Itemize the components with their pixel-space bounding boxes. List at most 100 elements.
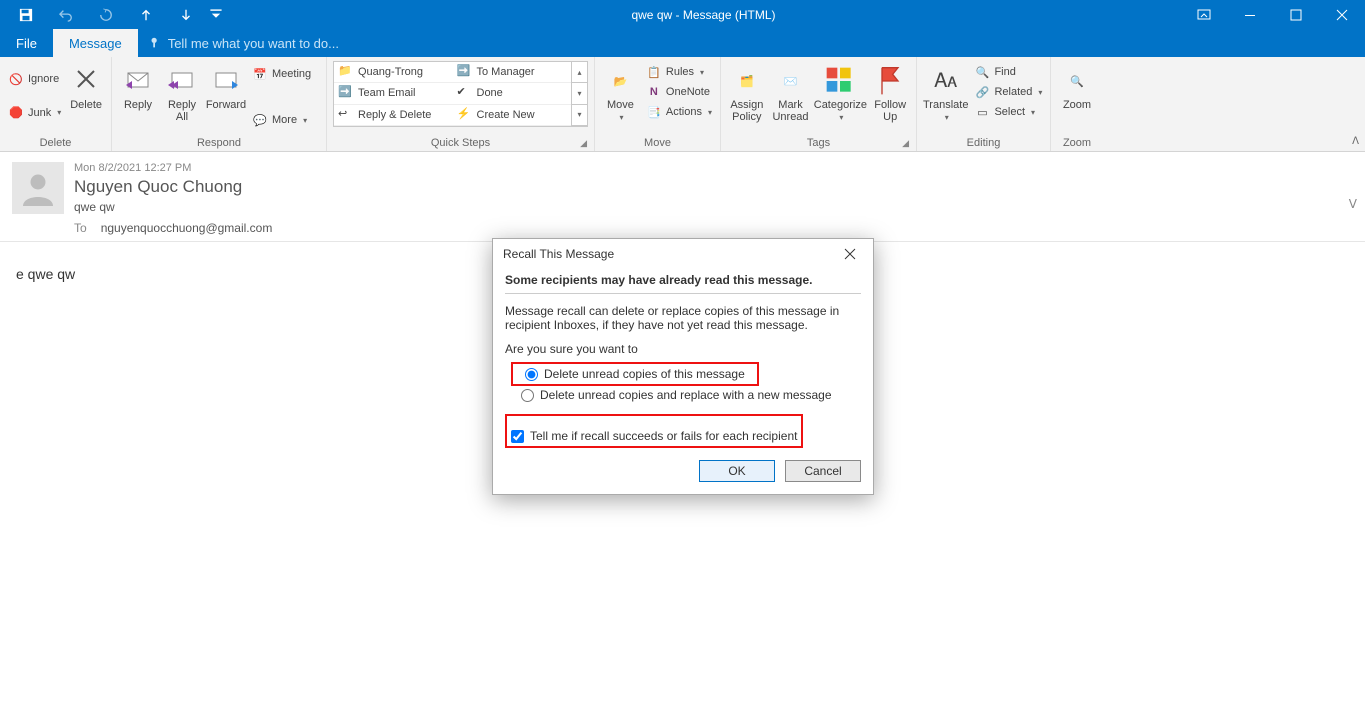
expand-header-icon[interactable]: ᐯ (1349, 197, 1357, 211)
window-title: qwe qw - Message (HTML) (631, 8, 775, 22)
zoom-icon: 🔍 (1061, 65, 1093, 97)
group-move: 📂Move▾ 📋Rules▾ NOneNote 📑Actions▾ Move (595, 57, 721, 151)
rules-button[interactable]: 📋Rules▾ (644, 63, 714, 81)
qs-item[interactable]: ✔Done (453, 83, 572, 104)
group-delete: 🚫Ignore 🛑Junk▾ Delete Delete (0, 57, 112, 151)
qs-scroll[interactable]: ▴▾▾ (571, 62, 587, 126)
reply-button[interactable]: Reply (116, 63, 160, 113)
title-bar: qwe qw - Message (HTML) (0, 0, 1365, 29)
tab-message[interactable]: Message (53, 29, 138, 57)
qs-item[interactable]: ➡️To Manager (453, 62, 572, 83)
checkbox-tell-me[interactable]: Tell me if recall succeeds or fails for … (509, 427, 799, 445)
translate-icon: 🗛 (930, 65, 962, 97)
group-respond: Reply Reply All Forward 📅Meeting 💬More▾ … (112, 57, 327, 151)
group-label: Editing (921, 136, 1046, 151)
unread-icon: ✉️ (775, 65, 807, 97)
group-label: Respond (116, 136, 322, 151)
group-tags: 🗂️Assign Policy ✉️Mark Unread Categorize… (721, 57, 917, 151)
find-button[interactable]: 🔍Find (972, 63, 1044, 81)
tell-me-search[interactable]: Tell me what you want to do... (138, 29, 349, 57)
to-value: nguyenquocchuong@gmail.com (101, 221, 273, 235)
radio-input[interactable] (525, 368, 538, 381)
onenote-button[interactable]: NOneNote (644, 83, 714, 101)
junk-button[interactable]: 🛑Junk▾ (6, 104, 63, 122)
delete-icon (70, 65, 102, 97)
qs-item[interactable]: 📁Quang-Trong (334, 62, 453, 83)
onenote-icon: N (646, 84, 662, 100)
folder-icon: 📁 (338, 64, 354, 80)
flag-icon (874, 65, 906, 97)
prev-item-icon[interactable] (126, 0, 166, 29)
forward-button[interactable]: Forward (204, 63, 248, 113)
group-quicksteps: 📁Quang-Trong ➡️To Manager ➡️Team Email ✔… (327, 57, 595, 151)
message-subject: qwe qw (74, 200, 1353, 214)
message-header: Mon 8/2/2021 12:27 PM Nguyen Quoc Chuong… (0, 152, 1365, 242)
dialog-launcher-icon[interactable]: ◢ (580, 138, 587, 149)
dialog-launcher-icon[interactable]: ◢ (902, 138, 909, 149)
collapse-ribbon-icon[interactable]: ᐱ (1352, 136, 1359, 147)
group-label: Quick Steps◢ (331, 136, 590, 151)
forward-icon: ➡️ (338, 85, 354, 101)
meeting-icon: 📅 (252, 66, 268, 82)
radio-delete-and-replace[interactable]: Delete unread copies and replace with a … (511, 386, 861, 404)
dialog-title: Recall This Message (503, 247, 614, 261)
move-icon: 📂 (604, 65, 636, 97)
tell-me-placeholder: Tell me what you want to do... (168, 36, 339, 51)
translate-button[interactable]: 🗛Translate▾ (921, 63, 970, 124)
ignore-button[interactable]: 🚫Ignore (6, 70, 63, 88)
next-item-icon[interactable] (166, 0, 206, 29)
save-icon[interactable] (6, 0, 46, 29)
radio-delete-unread[interactable]: Delete unread copies of this message (515, 365, 755, 383)
qat-customize-icon[interactable] (206, 0, 226, 29)
follow-up-button[interactable]: Follow Up (868, 63, 912, 125)
highlight-box: Delete unread copies of this message (511, 362, 759, 386)
to-label: To (74, 221, 87, 235)
group-label: Zoom (1055, 136, 1099, 151)
assign-policy-button[interactable]: 🗂️Assign Policy (725, 63, 769, 125)
delete-button[interactable]: Delete (65, 63, 107, 113)
ribbon-options-icon[interactable] (1181, 0, 1227, 29)
categorize-icon (824, 65, 856, 97)
rules-icon: 📋 (646, 64, 662, 80)
zoom-button[interactable]: 🔍Zoom (1055, 63, 1099, 113)
related-icon: 🔗 (974, 84, 990, 100)
actions-button[interactable]: 📑Actions▾ (644, 103, 714, 121)
message-from: Nguyen Quoc Chuong (74, 177, 1353, 197)
quick-access-toolbar (0, 0, 226, 29)
related-button[interactable]: 🔗Related▾ (972, 83, 1044, 101)
tab-file[interactable]: File (0, 29, 53, 57)
meeting-button[interactable]: 📅Meeting (250, 65, 313, 83)
cancel-button[interactable]: Cancel (785, 460, 861, 482)
select-button[interactable]: ▭Select▾ (972, 103, 1044, 121)
dialog-close-icon[interactable] (835, 239, 865, 269)
move-button[interactable]: 📂Move▾ (599, 63, 642, 124)
radio-input[interactable] (521, 389, 534, 402)
close-icon[interactable] (1319, 0, 1365, 29)
junk-icon: 🛑 (8, 105, 24, 121)
dialog-info: Message recall can delete or replace cop… (505, 304, 861, 332)
check-icon: ✔ (457, 85, 473, 101)
ok-button[interactable]: OK (699, 460, 775, 482)
actions-icon: 📑 (646, 104, 662, 120)
minimize-icon[interactable] (1227, 0, 1273, 29)
qs-item[interactable]: ↩Reply & Delete (334, 105, 453, 126)
sender-avatar (12, 162, 64, 214)
qs-item[interactable]: ➡️Team Email (334, 83, 453, 104)
highlight-box: Tell me if recall succeeds or fails for … (505, 414, 803, 448)
maximize-icon[interactable] (1273, 0, 1319, 29)
group-editing: 🗛Translate▾ 🔍Find 🔗Related▾ ▭Select▾ Edi… (917, 57, 1051, 151)
redo-icon[interactable] (86, 0, 126, 29)
reply-delete-icon: ↩ (338, 107, 354, 123)
undo-icon[interactable] (46, 0, 86, 29)
categorize-button[interactable]: Categorize▾ (812, 63, 868, 124)
reply-all-button[interactable]: Reply All (160, 63, 204, 125)
checkbox-input[interactable] (511, 430, 524, 443)
reply-all-icon (166, 65, 198, 97)
select-icon: ▭ (974, 104, 990, 120)
qs-item[interactable]: ⚡Create New (453, 105, 572, 126)
forward-icon (210, 65, 242, 97)
quicksteps-gallery[interactable]: 📁Quang-Trong ➡️To Manager ➡️Team Email ✔… (333, 61, 588, 127)
message-date: Mon 8/2/2021 12:27 PM (74, 162, 1353, 174)
mark-unread-button[interactable]: ✉️Mark Unread (769, 63, 813, 125)
more-respond-button[interactable]: 💬More▾ (250, 111, 313, 129)
